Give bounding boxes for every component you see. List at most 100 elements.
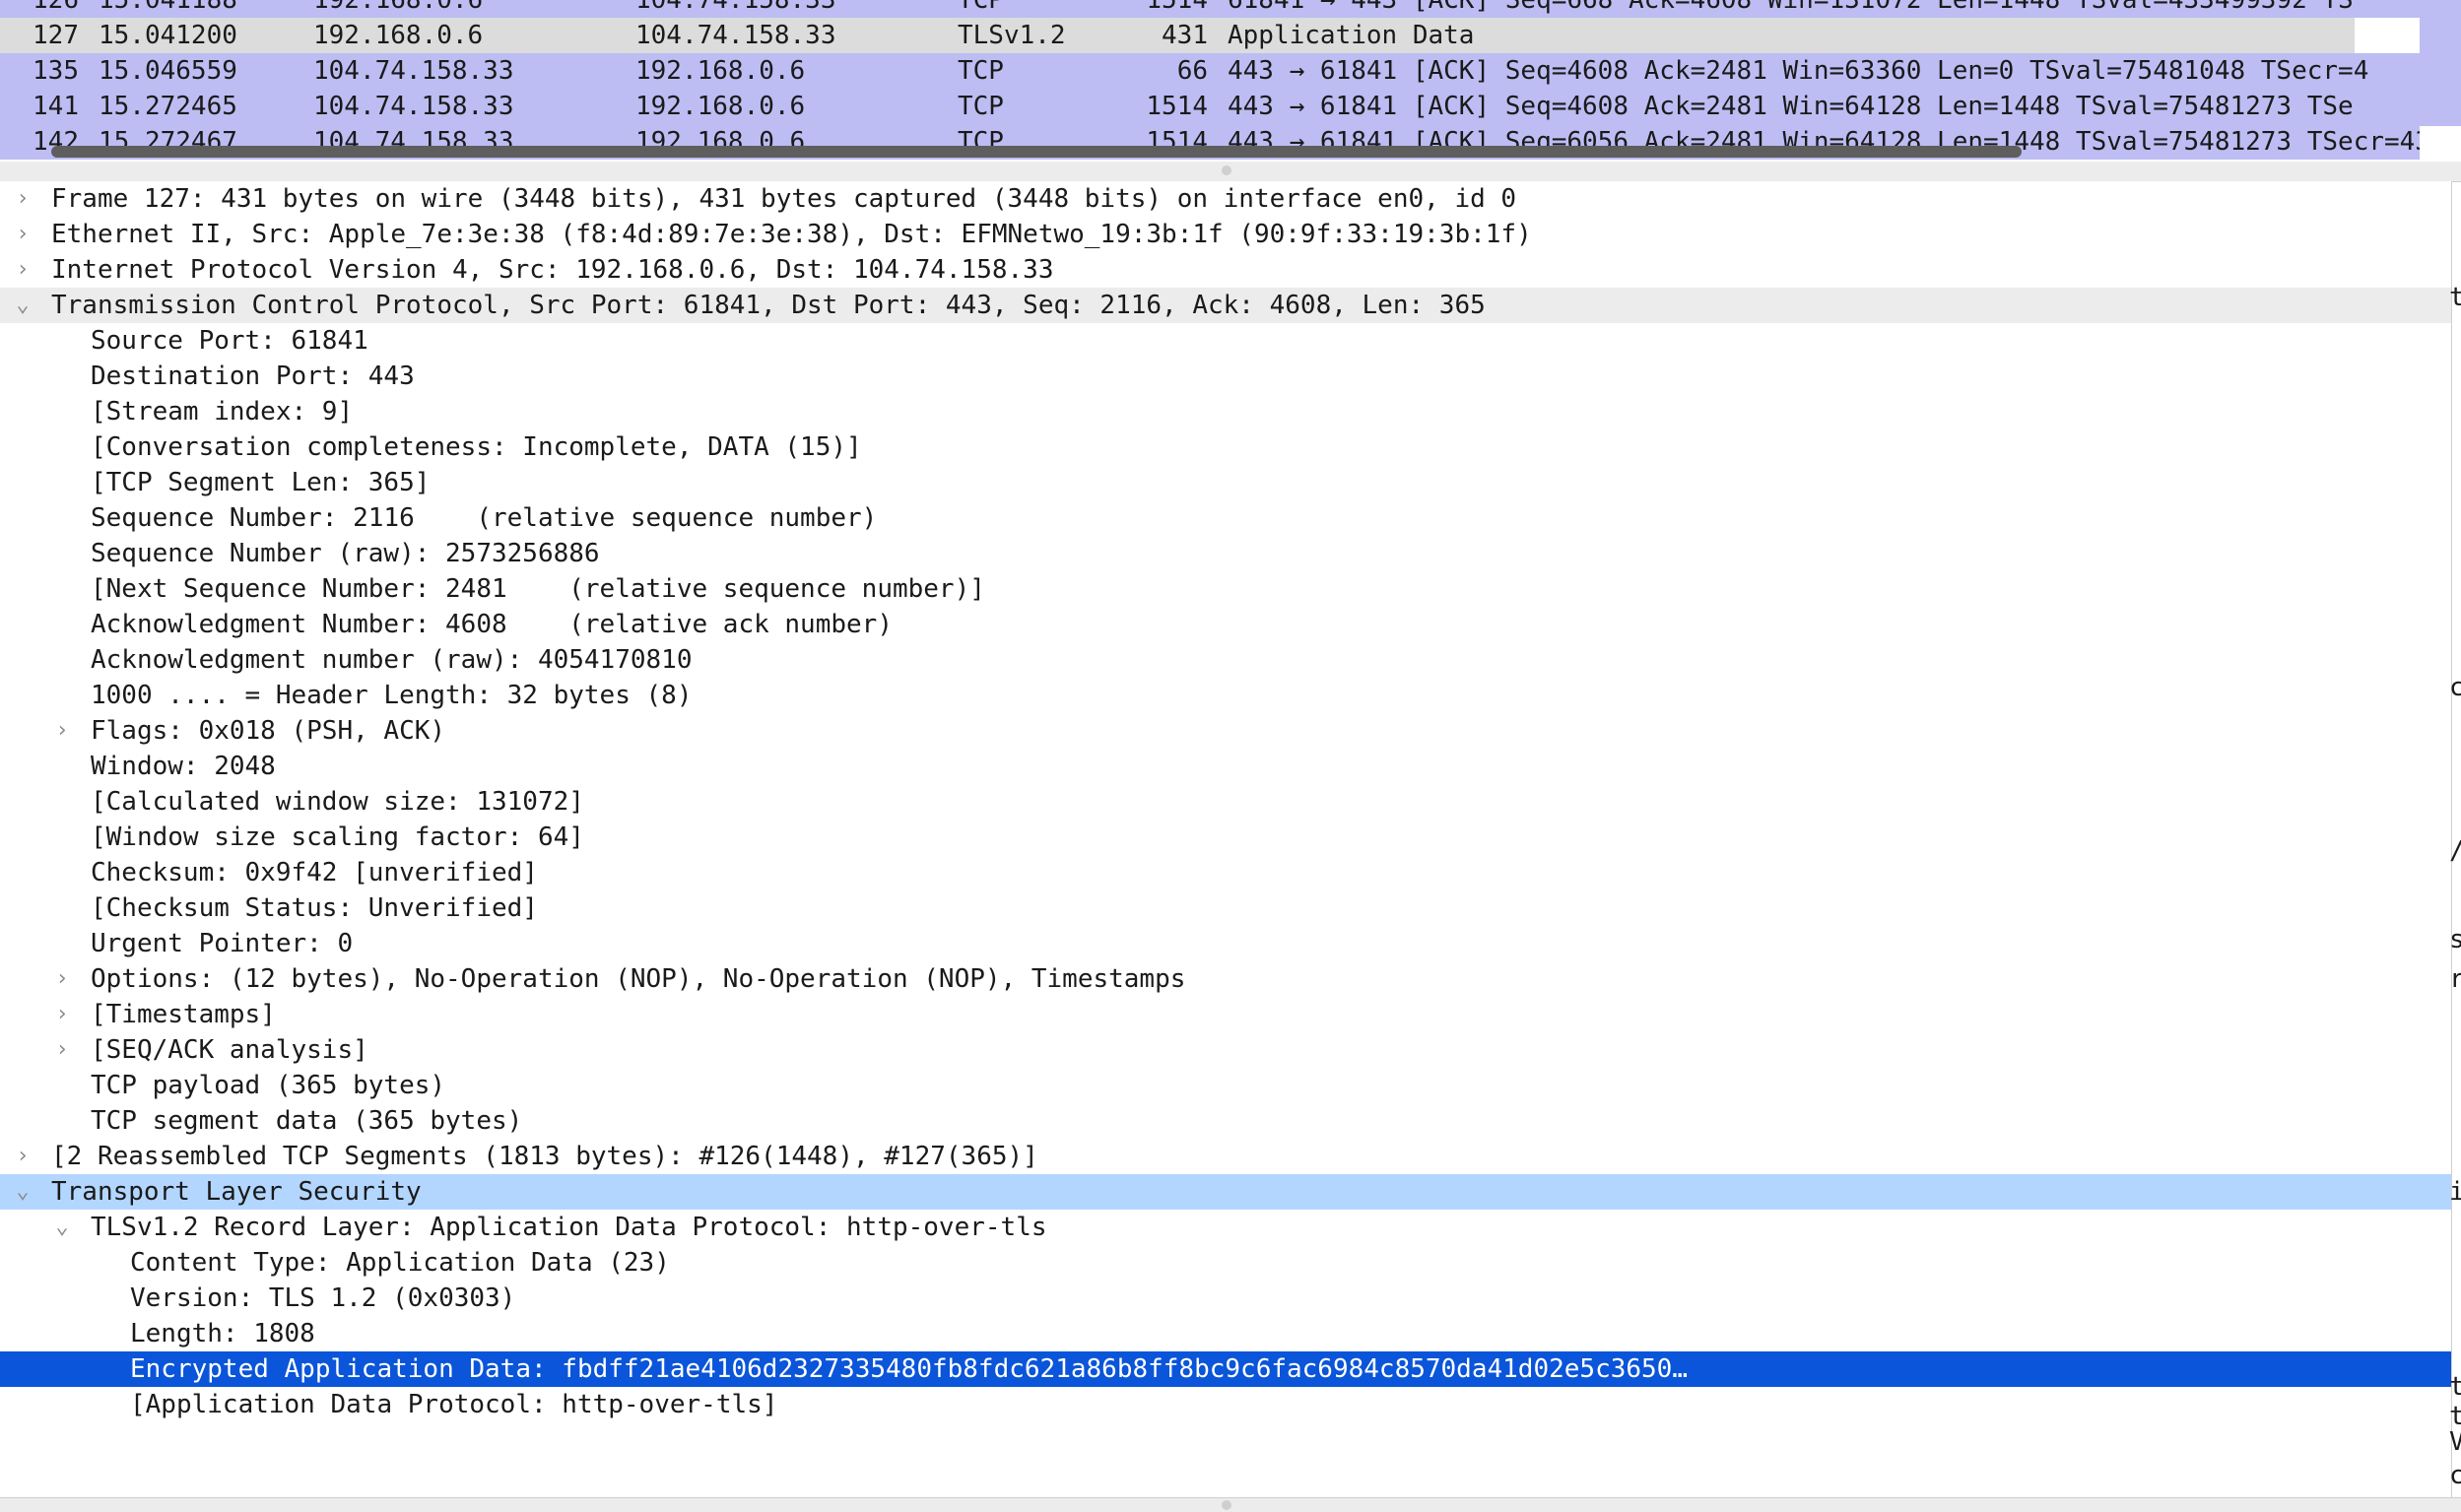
tree-item-label: TCP segment data (365 bytes) bbox=[91, 1106, 523, 1136]
tree-item-seq-ack-analysis[interactable]: › [SEQ/ACK analysis] bbox=[0, 1032, 2451, 1068]
packet-protocol: TLSv1.2 bbox=[958, 21, 1066, 50]
tree-item-tcp-payload[interactable]: TCP payload (365 bytes) bbox=[0, 1068, 2451, 1103]
tree-item-label: Version: TLS 1.2 (0x0303) bbox=[130, 1283, 516, 1313]
tree-item-label: [Conversation completeness: Incomplete, … bbox=[91, 432, 862, 462]
tree-item-label: TLSv1.2 Record Layer: Application Data P… bbox=[91, 1213, 1047, 1242]
horizontal-scrollbar[interactable] bbox=[51, 146, 2022, 158]
tree-item-ethernet[interactable]: › Ethernet II, Src: Apple_7e:3e:38 (f8:4… bbox=[0, 217, 2451, 252]
packet-info: 443 → 61841 [ACK] Seq=4608 Ack=2481 Win=… bbox=[1228, 92, 2354, 121]
chevron-right-icon[interactable]: › bbox=[8, 252, 37, 288]
edge-glyph: c bbox=[2449, 673, 2461, 702]
packet-destination: 192.168.0.6 bbox=[635, 92, 806, 121]
packet-row-141[interactable]: 141 15.272465 104.74.158.33 192.168.0.6 … bbox=[0, 89, 2420, 124]
tree-item-window[interactable]: Window: 2048 bbox=[0, 749, 2451, 784]
tree-item-length[interactable]: Length: 1808 bbox=[0, 1316, 2451, 1351]
edge-glyph: V bbox=[2449, 1427, 2461, 1457]
packet-length: 1514 bbox=[1146, 92, 1208, 121]
tree-item-tls[interactable]: ⌄ Transport Layer Security bbox=[0, 1174, 2451, 1210]
packet-details-tree[interactable]: › Frame 127: 431 bytes on wire (3448 bit… bbox=[0, 181, 2452, 1497]
tree-item-sequence-number[interactable]: Sequence Number: 2116 (relative sequence… bbox=[0, 500, 2451, 536]
tree-item-stream-index[interactable]: [Stream index: 9] bbox=[0, 394, 2451, 429]
tree-item-sequence-number-raw[interactable]: Sequence Number (raw): 2573256886 bbox=[0, 536, 2451, 571]
tree-item-destination-port[interactable]: Destination Port: 443 bbox=[0, 359, 2451, 394]
packet-time: 15.272465 bbox=[99, 92, 237, 121]
edge-glyph: s bbox=[2449, 925, 2461, 954]
packet-list[interactable]: 126 15.041188 192.168.0.6 104.74.158.33 … bbox=[0, 0, 2461, 162]
tree-item-version[interactable]: Version: TLS 1.2 (0x0303) bbox=[0, 1281, 2451, 1316]
tree-item-ack-number-raw[interactable]: Acknowledgment number (raw): 4054170810 bbox=[0, 642, 2451, 678]
packet-length: 66 bbox=[1176, 56, 1208, 86]
packet-protocol: TCP bbox=[958, 56, 1004, 86]
chevron-down-icon[interactable]: ⌄ bbox=[8, 288, 37, 323]
chevron-right-icon[interactable]: › bbox=[47, 713, 77, 749]
tree-item-window-scaling-factor[interactable]: [Window size scaling factor: 64] bbox=[0, 820, 2451, 855]
tree-item-label: [SEQ/ACK analysis] bbox=[91, 1035, 368, 1065]
tree-item-calculated-window-size[interactable]: [Calculated window size: 131072] bbox=[0, 784, 2451, 820]
tree-item-flags[interactable]: › Flags: 0x018 (PSH, ACK) bbox=[0, 713, 2451, 749]
splitter-grip-icon bbox=[1222, 1500, 1231, 1510]
tree-item-source-port[interactable]: Source Port: 61841 bbox=[0, 323, 2451, 359]
tree-item-encrypted-application-data[interactable]: Encrypted Application Data: fbdff21ae410… bbox=[0, 1351, 2451, 1387]
tree-item-label: [TCP Segment Len: 365] bbox=[91, 468, 431, 497]
tree-item-label: Content Type: Application Data (23) bbox=[130, 1248, 670, 1278]
tree-item-label: Checksum: 0x9f42 [unverified] bbox=[91, 858, 538, 887]
tree-item-timestamps[interactable]: › [Timestamps] bbox=[0, 997, 2451, 1032]
tree-item-ipv4[interactable]: › Internet Protocol Version 4, Src: 192.… bbox=[0, 252, 2451, 288]
packet-source: 192.168.0.6 bbox=[313, 0, 484, 15]
packet-info: Application Data bbox=[1228, 21, 1475, 50]
chevron-down-icon[interactable]: ⌄ bbox=[8, 1174, 37, 1210]
tree-item-label: Encrypted Application Data: fbdff21ae410… bbox=[130, 1354, 1688, 1384]
packet-no: 135 bbox=[33, 56, 79, 86]
tree-item-checksum[interactable]: Checksum: 0x9f42 [unverified] bbox=[0, 855, 2451, 890]
tree-item-label: [2 Reassembled TCP Segments (1813 bytes)… bbox=[51, 1142, 1038, 1171]
chevron-right-icon[interactable]: › bbox=[47, 1032, 77, 1068]
tree-item-label: [Timestamps] bbox=[91, 1000, 276, 1029]
tree-item-options[interactable]: › Options: (12 bytes), No-Operation (NOP… bbox=[0, 961, 2451, 997]
packet-source: 192.168.0.6 bbox=[313, 21, 484, 50]
tree-item-conversation-completeness[interactable]: [Conversation completeness: Incomplete, … bbox=[0, 429, 2451, 465]
tree-item-checksum-status[interactable]: [Checksum Status: Unverified] bbox=[0, 890, 2451, 926]
chevron-right-icon[interactable]: › bbox=[47, 997, 77, 1032]
tree-item-label: [Window size scaling factor: 64] bbox=[91, 822, 584, 852]
tree-item-application-data-protocol[interactable]: [Application Data Protocol: http-over-tl… bbox=[0, 1387, 2451, 1422]
chevron-right-icon[interactable]: › bbox=[8, 1139, 37, 1174]
tree-item-label: Length: 1808 bbox=[130, 1319, 315, 1348]
tree-item-label: TCP payload (365 bytes) bbox=[91, 1071, 446, 1100]
edge-glyph: c bbox=[2449, 1461, 2461, 1490]
tree-item-segment-len[interactable]: [TCP Segment Len: 365] bbox=[0, 465, 2451, 500]
tree-item-tcp[interactable]: ⌄ Transmission Control Protocol, Src Por… bbox=[0, 288, 2451, 323]
tree-item-frame[interactable]: › Frame 127: 431 bytes on wire (3448 bit… bbox=[0, 181, 2451, 217]
splitter-grip-icon bbox=[1222, 165, 1231, 175]
tree-item-label: Destination Port: 443 bbox=[91, 362, 415, 391]
packet-row-127[interactable]: 127 15.041200 192.168.0.6 104.74.158.33 … bbox=[0, 18, 2355, 53]
tree-item-next-sequence-number[interactable]: [Next Sequence Number: 2481 (relative se… bbox=[0, 571, 2451, 607]
packet-time: 15.041200 bbox=[99, 21, 237, 50]
tree-item-label: [Stream index: 9] bbox=[91, 397, 354, 427]
tree-item-label: Flags: 0x018 (PSH, ACK) bbox=[91, 716, 446, 746]
chevron-right-icon[interactable]: › bbox=[8, 217, 37, 252]
packet-no: 126 bbox=[33, 0, 79, 15]
packet-time: 15.046559 bbox=[99, 56, 237, 86]
tree-item-label: Sequence Number: 2116 (relative sequence… bbox=[91, 503, 878, 533]
packet-destination: 104.74.158.33 bbox=[635, 0, 836, 15]
tree-item-label: [Next Sequence Number: 2481 (relative se… bbox=[91, 574, 985, 604]
chevron-right-icon[interactable]: › bbox=[8, 181, 37, 217]
tree-item-content-type[interactable]: Content Type: Application Data (23) bbox=[0, 1245, 2451, 1281]
tree-item-header-length[interactable]: 1000 .... = Header Length: 32 bytes (8) bbox=[0, 678, 2451, 713]
chevron-down-icon[interactable]: ⌄ bbox=[47, 1210, 77, 1245]
pane-splitter[interactable] bbox=[0, 162, 2461, 182]
tree-item-tcp-segment-data[interactable]: TCP segment data (365 bytes) bbox=[0, 1103, 2451, 1139]
tree-item-ack-number[interactable]: Acknowledgment Number: 4608 (relative ac… bbox=[0, 607, 2451, 642]
tree-item-tls-record-layer[interactable]: ⌄ TLSv1.2 Record Layer: Application Data… bbox=[0, 1210, 2451, 1245]
bottom-pane-splitter[interactable] bbox=[0, 1497, 2461, 1512]
chevron-right-icon[interactable]: › bbox=[47, 961, 77, 997]
tree-item-reassembled-segments[interactable]: › [2 Reassembled TCP Segments (1813 byte… bbox=[0, 1139, 2451, 1174]
tree-item-urgent-pointer[interactable]: Urgent Pointer: 0 bbox=[0, 926, 2451, 961]
packet-row-126[interactable]: 126 15.041188 192.168.0.6 104.74.158.33 … bbox=[0, 0, 2420, 18]
tree-item-label: Options: (12 bytes), No-Operation (NOP),… bbox=[91, 964, 1186, 994]
packet-row-135[interactable]: 135 15.046559 104.74.158.33 192.168.0.6 … bbox=[0, 53, 2420, 89]
tree-item-label: 1000 .... = Header Length: 32 bytes (8) bbox=[91, 681, 693, 710]
edge-glyph: t bbox=[2449, 283, 2461, 312]
tree-item-label: [Application Data Protocol: http-over-tl… bbox=[130, 1390, 778, 1419]
tree-item-label: Source Port: 61841 bbox=[91, 326, 368, 356]
